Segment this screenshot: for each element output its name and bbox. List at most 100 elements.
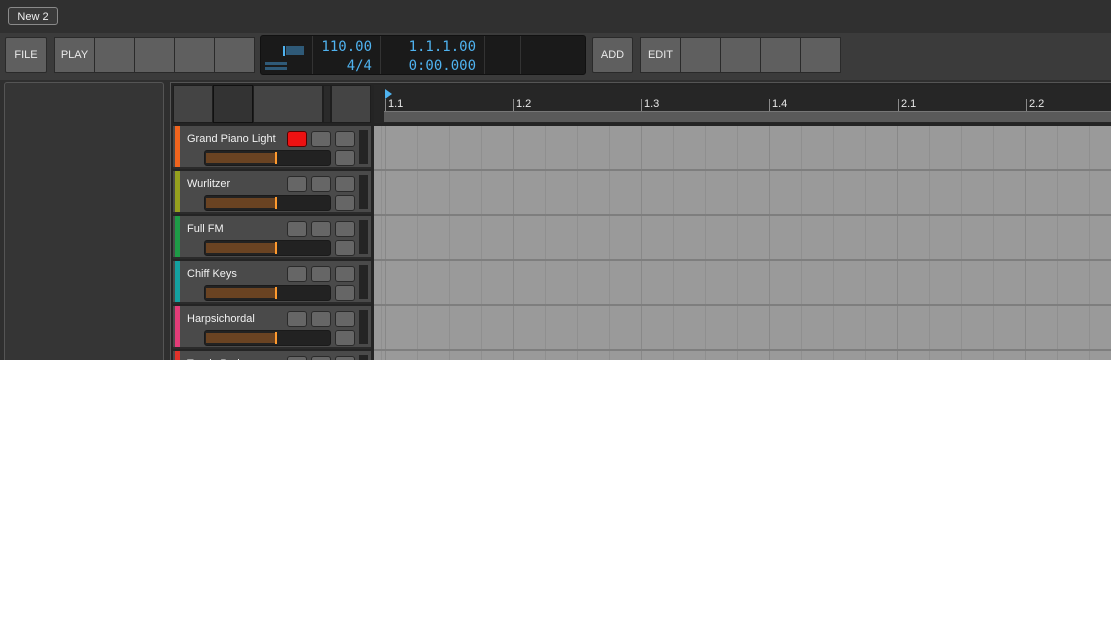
position-section[interactable]: 1.1.1.00 0:00.000	[381, 36, 485, 74]
track-name[interactable]: Grand Piano Light	[187, 133, 276, 145]
track-name[interactable]: Full FM	[187, 223, 224, 235]
track-name[interactable]: Wurlitzer	[187, 178, 230, 190]
track-row[interactable]: Harpsichordal	[173, 306, 371, 349]
volume-fill	[206, 333, 275, 343]
tempo-section[interactable]: 110.00 4/4	[313, 36, 381, 74]
track-color-strip	[175, 306, 180, 347]
toolbar-button[interactable]	[94, 37, 135, 73]
browser-panel	[4, 82, 164, 360]
volume-fader[interactable]	[204, 240, 331, 256]
timeline-ruler[interactable]: 1.1 1.2 1.3 1.4 2.1 2.2	[374, 85, 1111, 123]
track-menu-button[interactable]	[335, 240, 355, 256]
record-arm-button[interactable]	[287, 221, 307, 237]
volume-fader[interactable]	[204, 195, 331, 211]
level-meter	[359, 355, 368, 360]
ruler-tick-label: 1.3	[644, 98, 660, 110]
level-meter	[359, 310, 368, 344]
header-button[interactable]	[173, 85, 213, 123]
toolbar-button[interactable]	[174, 37, 215, 73]
solo-button[interactable]	[311, 356, 331, 360]
level-meter	[359, 265, 368, 299]
volume-handle[interactable]	[275, 242, 277, 254]
ruler-tick-label: 1.2	[516, 98, 532, 110]
toolbar-button[interactable]	[680, 37, 721, 73]
track-name[interactable]: Tronic Pad	[187, 358, 240, 360]
mute-button[interactable]	[335, 311, 355, 327]
volume-handle[interactable]	[275, 197, 277, 209]
ruler-tick-label: 1.4	[772, 98, 788, 110]
track-header-bar	[173, 85, 371, 123]
track-color-strip	[175, 261, 180, 302]
volume-fill	[206, 288, 275, 298]
volume-fill	[206, 153, 275, 163]
mute-button[interactable]	[335, 356, 355, 360]
position-time[interactable]: 0:00.000	[409, 58, 476, 74]
add-button[interactable]: ADD	[592, 37, 633, 73]
solo-button[interactable]	[311, 131, 331, 147]
volume-handle[interactable]	[275, 152, 277, 164]
main-toolbar: FILE PLAY 110.00 4/4 1.1.1.00 0:00.000 A…	[0, 33, 1111, 80]
mute-button[interactable]	[335, 221, 355, 237]
record-arm-button[interactable]	[287, 311, 307, 327]
volume-fill	[206, 243, 275, 253]
header-button[interactable]	[253, 85, 323, 123]
ruler-tick-label: 2.1	[901, 98, 917, 110]
volume-handle[interactable]	[275, 287, 277, 299]
solo-button[interactable]	[311, 221, 331, 237]
file-button[interactable]: FILE	[5, 37, 47, 73]
position-beats[interactable]: 1.1.1.00	[409, 39, 476, 55]
volume-handle[interactable]	[275, 332, 277, 344]
record-arm-button[interactable]	[287, 356, 307, 360]
volume-fader[interactable]	[204, 150, 331, 166]
header-button[interactable]	[331, 85, 371, 123]
toolbar-button[interactable]	[214, 37, 255, 73]
volume-fader[interactable]	[204, 285, 331, 301]
track-name[interactable]: Harpsichordal	[187, 313, 255, 325]
volume-fader[interactable]	[204, 330, 331, 346]
track-row[interactable]: Chiff Keys	[173, 261, 371, 304]
record-arm-button[interactable]	[287, 176, 307, 192]
track-menu-button[interactable]	[335, 150, 355, 166]
edit-button[interactable]: EDIT	[640, 37, 681, 73]
time-signature[interactable]: 4/4	[347, 58, 372, 74]
track-row[interactable]: Full FM	[173, 216, 371, 259]
record-arm-button[interactable]	[287, 131, 307, 147]
record-arm-button[interactable]	[287, 266, 307, 282]
loop-strip[interactable]	[384, 111, 1111, 122]
arrangement-grid[interactable]	[374, 126, 1111, 360]
play-button[interactable]: PLAY	[54, 37, 95, 73]
toolbar-button[interactable]	[760, 37, 801, 73]
solo-button[interactable]	[311, 176, 331, 192]
transport-slot	[485, 36, 521, 74]
track-row[interactable]: Grand Piano Light	[173, 126, 371, 169]
track-color-strip	[175, 171, 180, 212]
solo-button[interactable]	[311, 266, 331, 282]
toolbar-button[interactable]	[800, 37, 841, 73]
volume-fill	[206, 198, 275, 208]
ruler-tick-label: 2.2	[1029, 98, 1045, 110]
track-menu-button[interactable]	[335, 330, 355, 346]
track-menu-button[interactable]	[335, 195, 355, 211]
track-color-strip	[175, 351, 180, 360]
track-row[interactable]: Tronic Pad	[173, 351, 371, 360]
level-meter	[359, 220, 368, 254]
mute-button[interactable]	[335, 266, 355, 282]
mute-button[interactable]	[335, 176, 355, 192]
solo-button[interactable]	[311, 311, 331, 327]
track-name[interactable]: Chiff Keys	[187, 268, 237, 280]
daw-window: New 2 FILE PLAY 110.00 4/4 1.1.1.00 0:00…	[0, 0, 1111, 360]
toolbar-button[interactable]	[720, 37, 761, 73]
track-color-strip	[175, 216, 180, 257]
arranger-panel: 1.1 1.2 1.3 1.4 2.1 2.2 Grand Piano Ligh…	[170, 82, 1111, 360]
transport-display: 110.00 4/4 1.1.1.00 0:00.000	[260, 35, 586, 75]
document-tab[interactable]: New 2	[8, 7, 58, 25]
track-color-strip	[175, 126, 180, 167]
tempo-value[interactable]: 110.00	[321, 39, 372, 55]
track-menu-button[interactable]	[335, 285, 355, 301]
mute-button[interactable]	[335, 131, 355, 147]
cpu-meter	[261, 36, 313, 74]
header-button[interactable]	[213, 85, 253, 123]
level-meter	[359, 175, 368, 209]
track-row[interactable]: Wurlitzer	[173, 171, 371, 214]
toolbar-button[interactable]	[134, 37, 175, 73]
